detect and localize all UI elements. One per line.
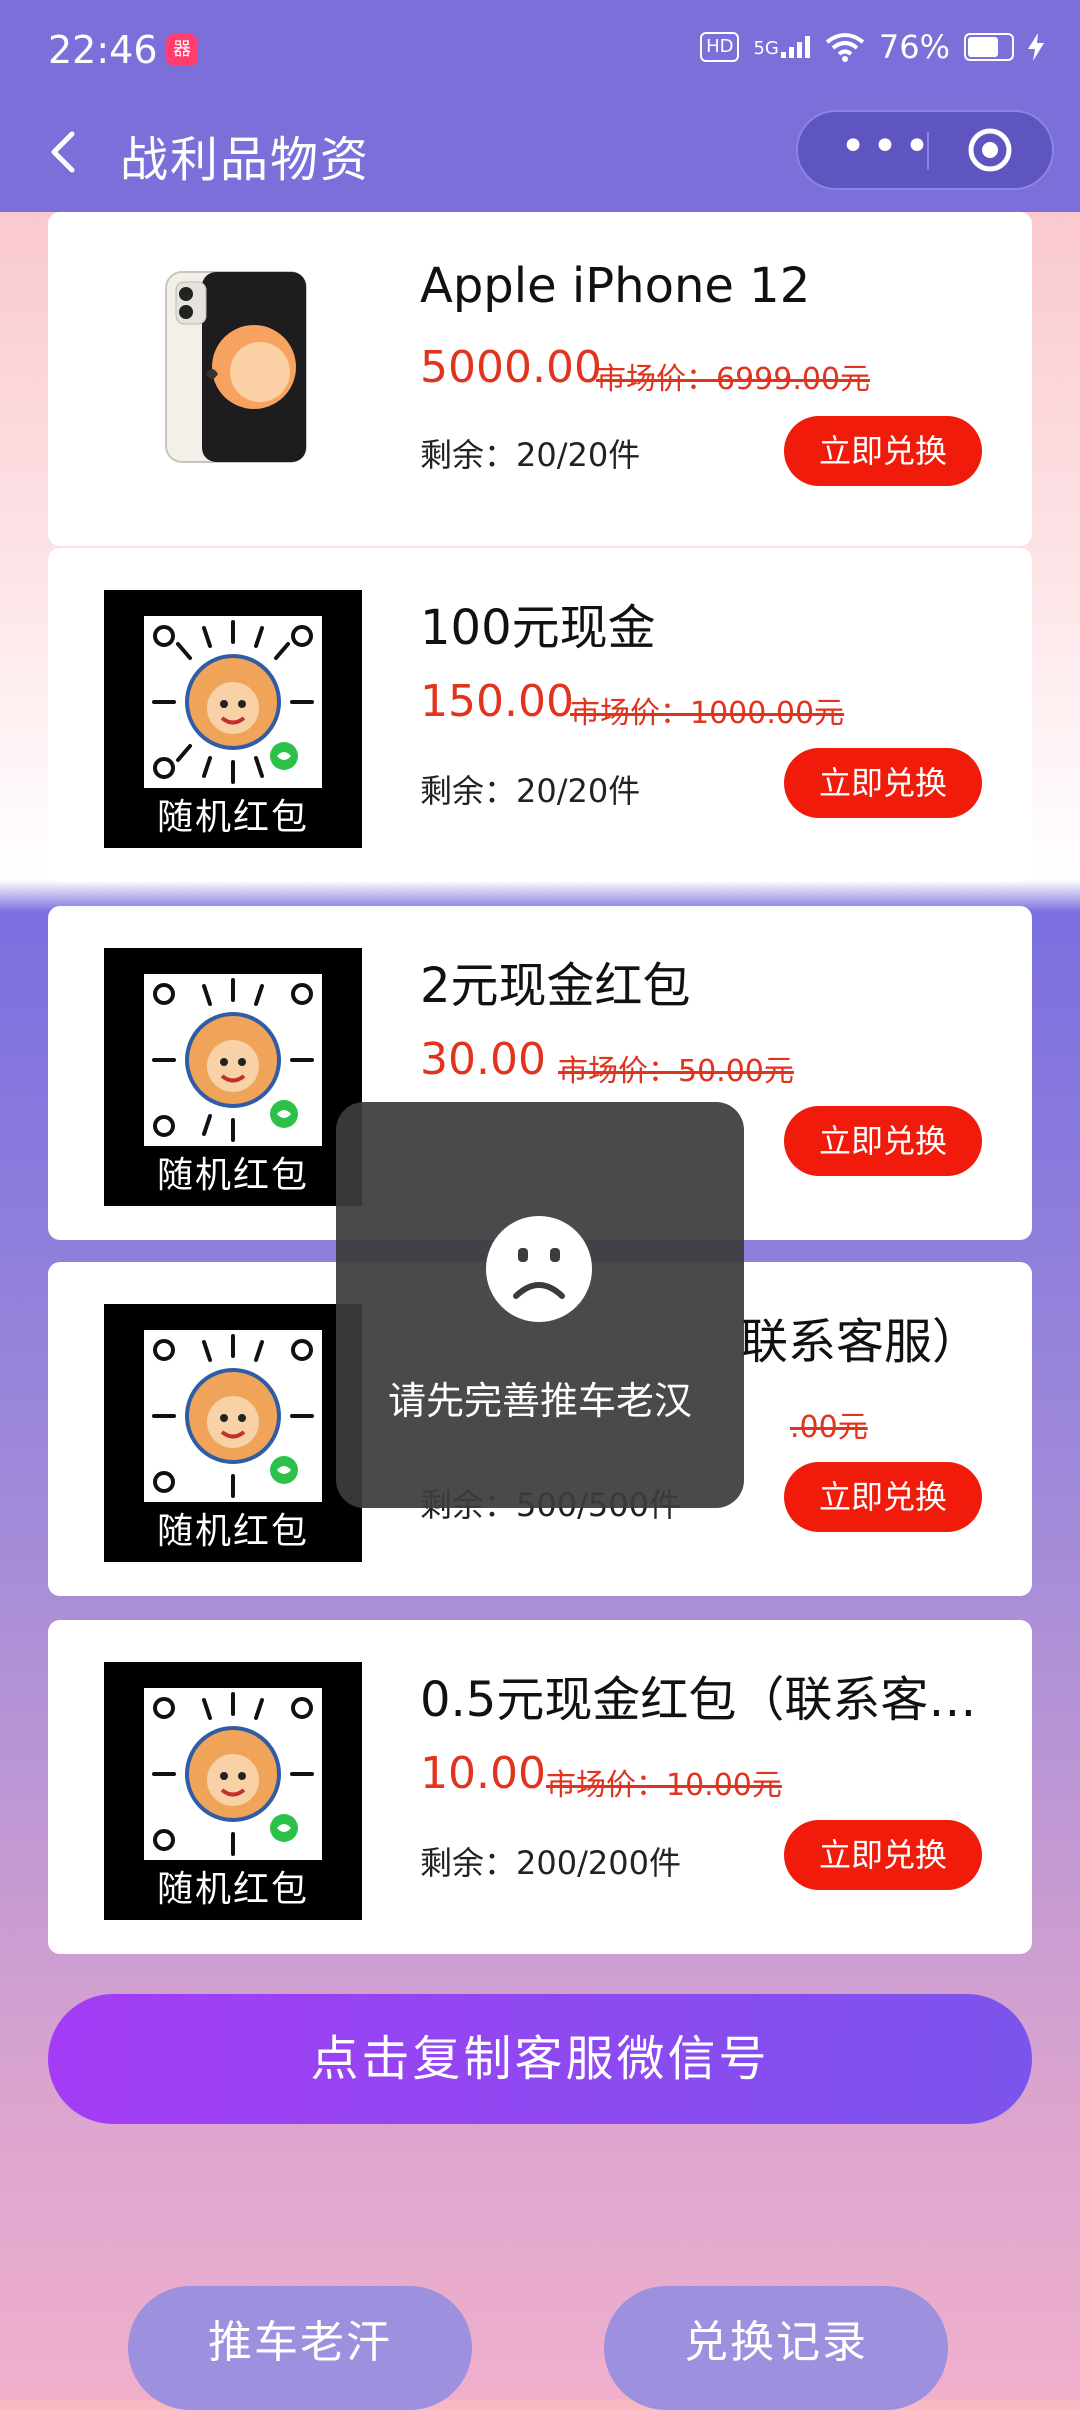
product-title: Apple iPhone 12 bbox=[420, 258, 811, 314]
market-price: 市场价：1000.00元 bbox=[570, 696, 845, 731]
page-title: 战利品物资 bbox=[120, 132, 371, 188]
product-price: 30.00 bbox=[420, 1034, 546, 1085]
product-image-qr: 随机红包 bbox=[104, 590, 362, 848]
bottom-button-cart[interactable]: 推车老汗 bbox=[128, 2286, 472, 2410]
bottom-button-history[interactable]: 兑换记录 bbox=[604, 2286, 948, 2410]
product-price: 5000.00 bbox=[420, 342, 602, 393]
battery-icon bbox=[964, 33, 1014, 61]
qr-code bbox=[144, 616, 322, 788]
sad-face-icon bbox=[486, 1216, 592, 1322]
product-title: 2元现金红包 bbox=[420, 958, 691, 1014]
redeem-button[interactable]: 立即兑换 bbox=[784, 1462, 982, 1532]
network-type: 5G bbox=[753, 38, 779, 59]
nav-bar: 战利品物资 ••• bbox=[0, 100, 1080, 212]
copy-wechat-button[interactable]: 点击复制客服微信号 bbox=[48, 1994, 1032, 2124]
redeem-button[interactable]: 立即兑换 bbox=[784, 748, 982, 818]
app-notification-icon: 器 bbox=[166, 34, 198, 66]
battery-percent: 76% bbox=[878, 28, 950, 66]
stock-remaining: 剩余：20/20件 bbox=[420, 772, 641, 810]
image-caption: 随机红包 bbox=[156, 1869, 309, 1910]
product-price: 10.00 bbox=[420, 1748, 546, 1799]
product-image-qr: 随机红包 bbox=[104, 1662, 362, 1920]
more-button[interactable]: ••• bbox=[828, 112, 948, 188]
wifi-icon bbox=[825, 33, 865, 62]
hd-badge: HD bbox=[700, 32, 740, 62]
market-price: .00元 bbox=[790, 1410, 868, 1445]
product-card: Apple iPhone 12 5000.00 市场价：6999.00元 剩余：… bbox=[48, 212, 1032, 546]
charging-icon bbox=[1028, 33, 1044, 61]
redeem-button[interactable]: 立即兑换 bbox=[784, 1106, 982, 1176]
signal-icon: 5G bbox=[753, 36, 810, 58]
stock-remaining: 剩余：200/200件 bbox=[420, 1844, 681, 1882]
status-bar: 22:46 器 HD 5G 76% bbox=[0, 0, 1080, 100]
mini-program-capsule: ••• bbox=[796, 110, 1054, 190]
qr-code bbox=[144, 1688, 322, 1860]
stock-remaining: 剩余：20/20件 bbox=[420, 436, 641, 474]
product-card: 随机红包 0.5元现金红包（联系客… 10.00 市场价：10.00元 剩余：2… bbox=[48, 1620, 1032, 1954]
image-caption: 随机红包 bbox=[156, 1155, 309, 1196]
product-price: 150.00 bbox=[420, 676, 574, 727]
product-image-qr: 随机红包 bbox=[104, 948, 362, 1206]
status-time: 22:46 bbox=[48, 28, 158, 72]
product-title: 联系客服） bbox=[740, 1314, 981, 1370]
toast-message: 请先完善推车老汉 bbox=[336, 1102, 744, 1508]
status-indicators: HD 5G 76% bbox=[700, 28, 1044, 66]
product-title: 100元现金 bbox=[420, 600, 656, 656]
product-image-qr: 随机红包 bbox=[104, 1304, 362, 1562]
redeem-button[interactable]: 立即兑换 bbox=[784, 416, 982, 486]
qr-code bbox=[144, 1330, 322, 1502]
redeem-button[interactable]: 立即兑换 bbox=[784, 1820, 982, 1890]
back-icon[interactable] bbox=[36, 122, 96, 182]
qr-code bbox=[144, 974, 322, 1146]
close-miniprogram-icon[interactable] bbox=[966, 126, 1014, 174]
product-card: 随机红包 100元现金 150.00 市场价：1000.00元 剩余：20/20… bbox=[48, 548, 1032, 882]
market-price: 市场价：50.00元 bbox=[558, 1054, 794, 1089]
product-image-iphone bbox=[104, 212, 362, 512]
image-caption: 随机红包 bbox=[156, 1511, 309, 1552]
capsule-divider bbox=[927, 132, 929, 170]
product-title: 0.5元现金红包（联系客… bbox=[420, 1672, 977, 1728]
toast-text: 请先完善推车老汉 bbox=[387, 1379, 692, 1423]
market-price: 市场价：10.00元 bbox=[546, 1768, 782, 1803]
market-price: 市场价：6999.00元 bbox=[596, 362, 871, 397]
image-caption: 随机红包 bbox=[156, 797, 309, 838]
